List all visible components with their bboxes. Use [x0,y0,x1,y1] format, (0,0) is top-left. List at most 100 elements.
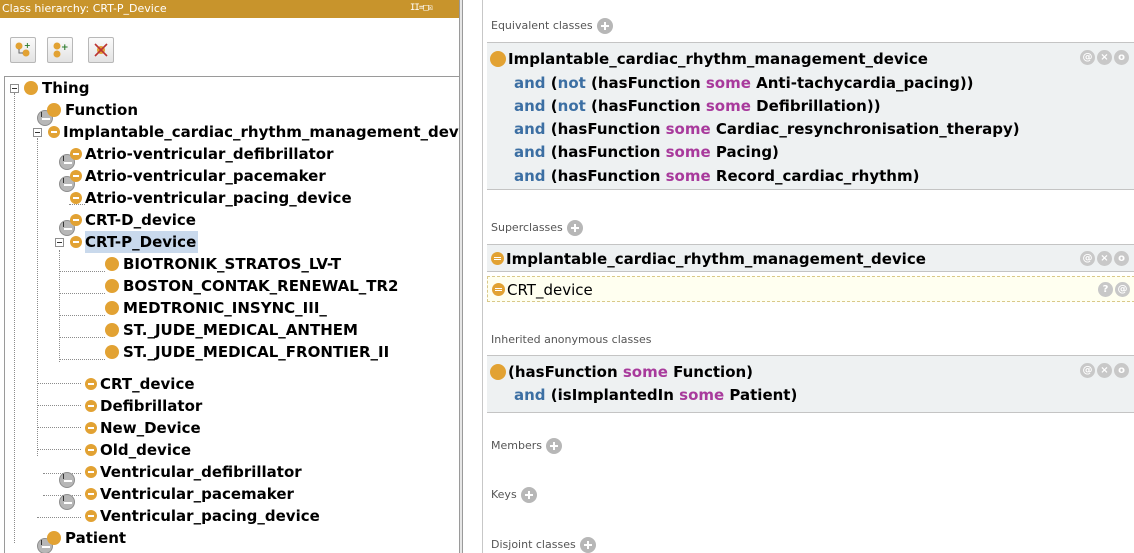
class-icon [47,531,61,545]
inferred-superclass-row[interactable]: CRT_device ? @ [487,276,1134,302]
panel-title: Class hierarchy: CRT-P_Device [2,2,167,15]
tree-node-ventricular-defibrillator[interactable]: Ventricular_defibrillator [5,461,445,488]
class-icon [490,51,506,67]
equivalent-class-block[interactable]: Implantable_cardiac_rhythm_management_de… [487,42,1134,190]
split-pane-divider[interactable] [459,0,463,553]
tree-node-label: Atrio-ventricular_defibrillator [85,145,334,163]
annotate-icon[interactable]: @ [1080,50,1095,65]
tree-node-label: Ventricular_pacemaker [100,485,294,503]
tree-node-crt-p-device[interactable]: CRT-P_Device [5,231,445,253]
edit-icon[interactable]: o [1114,363,1129,378]
tree-node-defibrillator[interactable]: Defibrillator [5,395,445,417]
superclass-row[interactable]: Implantable_cardiac_rhythm_management_de… [487,244,1134,272]
defined-class-icon [48,126,60,138]
superclass-label: CRT_device [507,281,593,299]
collapse-toggle-icon[interactable] [33,128,42,137]
tree-node-label: Function [65,101,139,119]
tree-node-label: CRT-D_device [85,211,196,229]
defined-class-icon [85,466,97,478]
class-hierarchy-panel: Class hierarchy: CRT-P_Device II=□☒ + + [0,0,459,553]
add-subclass-button[interactable]: + [10,37,36,63]
tree-node-boston-contak[interactable]: BOSTON_CONTAK_RENEWAL_TR2 [5,275,445,297]
annotate-icon[interactable]: @ [1080,363,1095,378]
tree-node-patient[interactable]: Patient [5,527,445,553]
tree-node-implantable-device[interactable]: Implantable_cardiac_rhythm_management_de… [5,121,459,143]
annotate-icon[interactable]: @ [1115,282,1130,297]
class-description-panel: Equivalent classes Implantable_cardiac_r… [482,0,1134,553]
tree-node-st-jude-frontier[interactable]: ST._JUDE_MEDICAL_FRONTIER_II [5,341,445,363]
defined-class-icon [85,378,97,390]
tree-node-medtronic-insync[interactable]: MEDTRONIC_INSYNC_III_ [5,297,445,319]
class-icon [105,301,119,315]
tree-node-label: Ventricular_defibrillator [100,463,302,481]
tree-node-old-device[interactable]: Old_device [5,439,445,461]
tree-node-st-jude-anthem[interactable]: ST._JUDE_MEDICAL_ANTHEM [5,319,445,341]
edit-icon[interactable]: o [1114,251,1129,266]
defined-class-icon [85,422,97,434]
class-icon [47,103,61,117]
add-sibling-icon: + [53,42,69,58]
equivalent-line-1: and (not (hasFunction some Anti-tachycar… [514,74,974,92]
window-controls-icon[interactable]: II=□☒ [410,3,452,14]
remove-icon[interactable]: × [1097,50,1112,65]
tree-node-label: BOSTON_CONTAK_RENEWAL_TR2 [123,277,399,295]
defined-class-icon [85,510,97,522]
annotate-icon[interactable]: @ [1080,251,1095,266]
panel-title-bar: Class hierarchy: CRT-P_Device II=□☒ [0,0,459,18]
tree-node-thing[interactable]: Thing [5,77,445,99]
tree-node-atrio-ventricular-pacing-device[interactable]: Atrio-ventricular_pacing_device [5,187,445,209]
tree-node-function[interactable]: Function [5,99,445,126]
remove-icon[interactable]: × [1097,251,1112,266]
edit-icon[interactable]: o [1114,50,1129,65]
add-member-icon[interactable] [545,438,562,454]
class-tree: Thing Function Implantable_cardiac_rhyth… [4,76,459,553]
defined-class-icon [70,170,82,182]
tree-node-label: Patient [65,529,127,547]
inherited-line-2: and (isImplantedIn some Patient) [514,386,798,404]
add-key-icon[interactable] [520,487,537,503]
delete-class-button[interactable] [88,37,114,63]
tree-node-label: Defibrillator [100,397,203,415]
explain-icon[interactable]: ? [1098,282,1113,297]
equivalent-head: Implantable_cardiac_rhythm_management_de… [508,50,928,68]
class-icon [24,81,38,95]
keys-header: Keys [491,485,537,505]
tree-node-ventricular-pacemaker[interactable]: Ventricular_pacemaker [5,483,445,510]
tree-node-label: MEDTRONIC_INSYNC_III_ [123,299,327,317]
equivalent-line-3: and (hasFunction some Cardiac_resynchron… [514,120,1020,138]
equivalent-line-2: and (not (hasFunction some Defibrillatio… [514,97,881,115]
tree-node-label: ST._JUDE_MEDICAL_ANTHEM [123,321,358,339]
add-superclass-icon[interactable] [566,220,583,236]
defined-class-icon [85,488,97,500]
hierarchy-toolbar: + + [0,18,459,74]
tree-node-label: Implantable_cardiac_rhythm_management_de… [63,123,459,141]
defined-class-icon [70,214,82,226]
add-disjoint-class-icon[interactable] [579,537,596,553]
add-equivalent-class-icon[interactable] [596,18,613,34]
defined-class-icon [70,148,82,160]
collapse-toggle-icon[interactable] [55,238,64,247]
tree-node-ventricular-pacing-device[interactable]: Ventricular_pacing_device [5,505,445,527]
defined-class-icon [491,252,504,265]
tree-node-atrio-ventricular-pacemaker[interactable]: Atrio-ventricular_pacemaker [5,165,445,192]
tree-node-crt-device[interactable]: CRT_device [5,373,445,395]
tree-node-biotronik-stratos[interactable]: BIOTRONIK_STRATOS_LV-T [5,253,445,275]
section-title: Members [491,439,542,452]
inherited-anonymous-block[interactable]: (hasFunction some Function) and (isImpla… [487,355,1134,413]
defined-class-icon [492,283,505,296]
add-sibling-button[interactable]: + [47,37,73,63]
tree-node-label: Thing [42,79,90,97]
superclasses-header: Superclasses [491,218,583,238]
tree-node-crt-d-device[interactable]: CRT-D_device [5,209,445,236]
class-icon [490,364,506,380]
tree-node-atrio-ventricular-defibrillator[interactable]: Atrio-ventricular_defibrillator [5,143,445,170]
collapse-toggle-icon[interactable] [10,84,19,93]
tree-node-label: New_Device [100,419,201,437]
section-title: Inherited anonymous classes [491,333,652,346]
disjoint-classes-header: Disjoint classes [491,535,596,553]
inherited-line-1: (hasFunction some Function) [508,363,754,381]
tree-node-label: Atrio-ventricular_pacing_device [85,189,352,207]
remove-icon[interactable]: × [1097,363,1112,378]
defined-class-icon [70,192,82,204]
tree-node-new-device[interactable]: New_Device [5,417,445,439]
